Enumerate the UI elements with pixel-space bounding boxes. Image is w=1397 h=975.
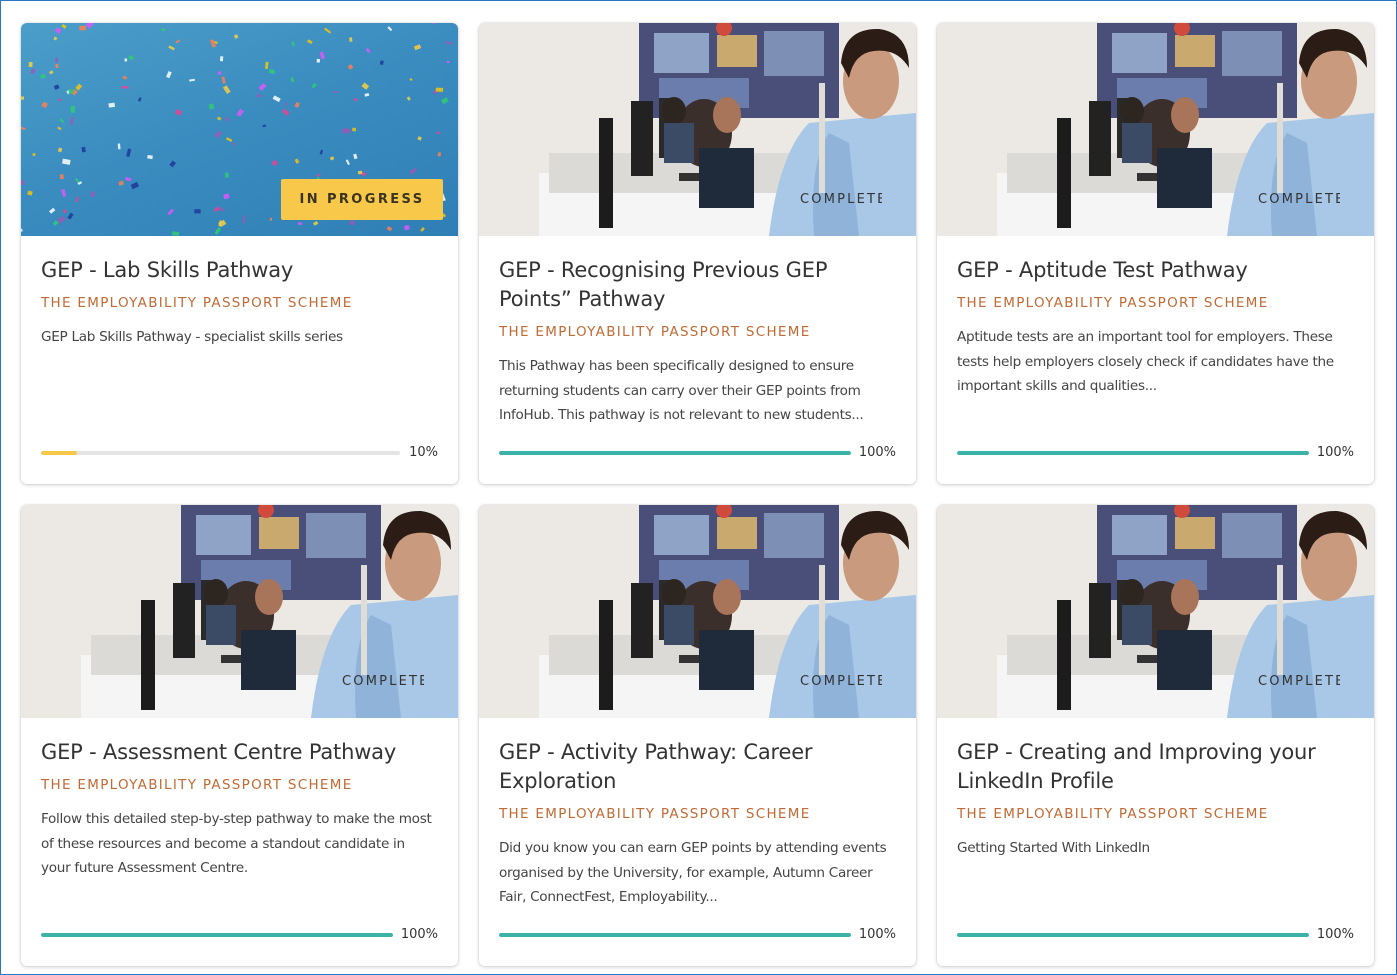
card-description: GEP Lab Skills Pathway - specialist skil… (41, 329, 343, 345)
card-title[interactable]: GEP - Recognising Previous GEP Points” P… (499, 256, 896, 314)
progress-track (499, 932, 851, 937)
card-title[interactable]: GEP - Creating and Improving your Linked… (957, 738, 1354, 796)
pathway-card-lab-skills[interactable]: IN PROGRESS GEP - Lab Skills Pathway THE… (21, 23, 458, 484)
progress-percent: 100% (1316, 927, 1354, 942)
card-title[interactable]: GEP - Activity Pathway: Career Explorati… (499, 738, 896, 796)
progress-track (41, 932, 393, 937)
card-scheme: THE EMPLOYABILITY PASSPORT SCHEME (957, 806, 1269, 822)
pathway-card-aptitude-test[interactable]: COMPLETE GEP - Aptitude Test Pathway THE… (937, 23, 1374, 484)
card-description: Aptitude tests are an important tool for… (957, 329, 1334, 394)
card-description: Follow this detailed step-by-step pathwa… (41, 811, 432, 876)
pathway-card-grid: IN PROGRESS GEP - Lab Skills Pathway THE… (21, 23, 1374, 966)
progress-fill (957, 932, 1309, 937)
card-description: This Pathway has been specifically desig… (499, 358, 864, 423)
status-badge: COMPLETE (800, 674, 882, 689)
progress-percent: 100% (858, 927, 896, 942)
progress-fill (41, 932, 393, 937)
card-scheme: THE EMPLOYABILITY PASSPORT SCHEME (499, 324, 811, 340)
progress-row: 100% (41, 927, 438, 942)
card-scheme: THE EMPLOYABILITY PASSPORT SCHEME (957, 295, 1269, 311)
card-scheme: THE EMPLOYABILITY PASSPORT SCHEME (499, 806, 811, 822)
card-image: COMPLETE (479, 505, 916, 718)
status-badge: COMPLETE (1258, 674, 1340, 689)
status-badge: COMPLETE (342, 674, 424, 689)
card-image: COMPLETE (937, 505, 1374, 718)
progress-fill (499, 450, 851, 455)
card-image: COMPLETE (479, 23, 916, 236)
progress-row: 100% (499, 927, 896, 942)
progress-percent: 100% (858, 445, 896, 460)
status-badge: COMPLETE (1258, 192, 1340, 207)
card-image: IN PROGRESS (21, 23, 458, 236)
pathway-card-assessment-centre[interactable]: COMPLETE GEP - Assessment Centre Pathway… (21, 505, 458, 966)
card-image: COMPLETE (937, 23, 1374, 236)
progress-percent: 100% (400, 927, 438, 942)
card-image: COMPLETE (21, 505, 458, 718)
pathway-card-linkedin-profile[interactable]: COMPLETE GEP - Creating and Improving yo… (937, 505, 1374, 966)
pathway-card-recognising-previous-points[interactable]: COMPLETE GEP - Recognising Previous GEP … (479, 23, 916, 484)
progress-row: 100% (957, 927, 1354, 942)
card-description: Getting Started With LinkedIn (957, 840, 1150, 856)
progress-track (957, 932, 1309, 937)
progress-percent: 100% (1316, 445, 1354, 460)
progress-row: 100% (957, 445, 1354, 460)
progress-fill (957, 450, 1309, 455)
card-scheme: THE EMPLOYABILITY PASSPORT SCHEME (41, 777, 353, 793)
progress-fill (41, 450, 77, 455)
progress-fill (499, 932, 851, 937)
card-title[interactable]: GEP - Lab Skills Pathway (41, 256, 438, 285)
progress-row: 100% (499, 445, 896, 460)
card-scheme: THE EMPLOYABILITY PASSPORT SCHEME (41, 295, 353, 311)
card-title[interactable]: GEP - Assessment Centre Pathway (41, 738, 438, 767)
pathway-card-career-exploration[interactable]: COMPLETE GEP - Activity Pathway: Career … (479, 505, 916, 966)
progress-track (499, 450, 851, 455)
progress-track (957, 450, 1309, 455)
progress-row: 10% (41, 445, 438, 460)
status-badge: COMPLETE (800, 192, 882, 207)
card-title[interactable]: GEP - Aptitude Test Pathway (957, 256, 1354, 285)
card-description: Did you know you can earn GEP points by … (499, 840, 887, 905)
progress-percent: 10% (409, 445, 438, 460)
status-badge: IN PROGRESS (281, 179, 443, 220)
progress-track (41, 450, 400, 455)
